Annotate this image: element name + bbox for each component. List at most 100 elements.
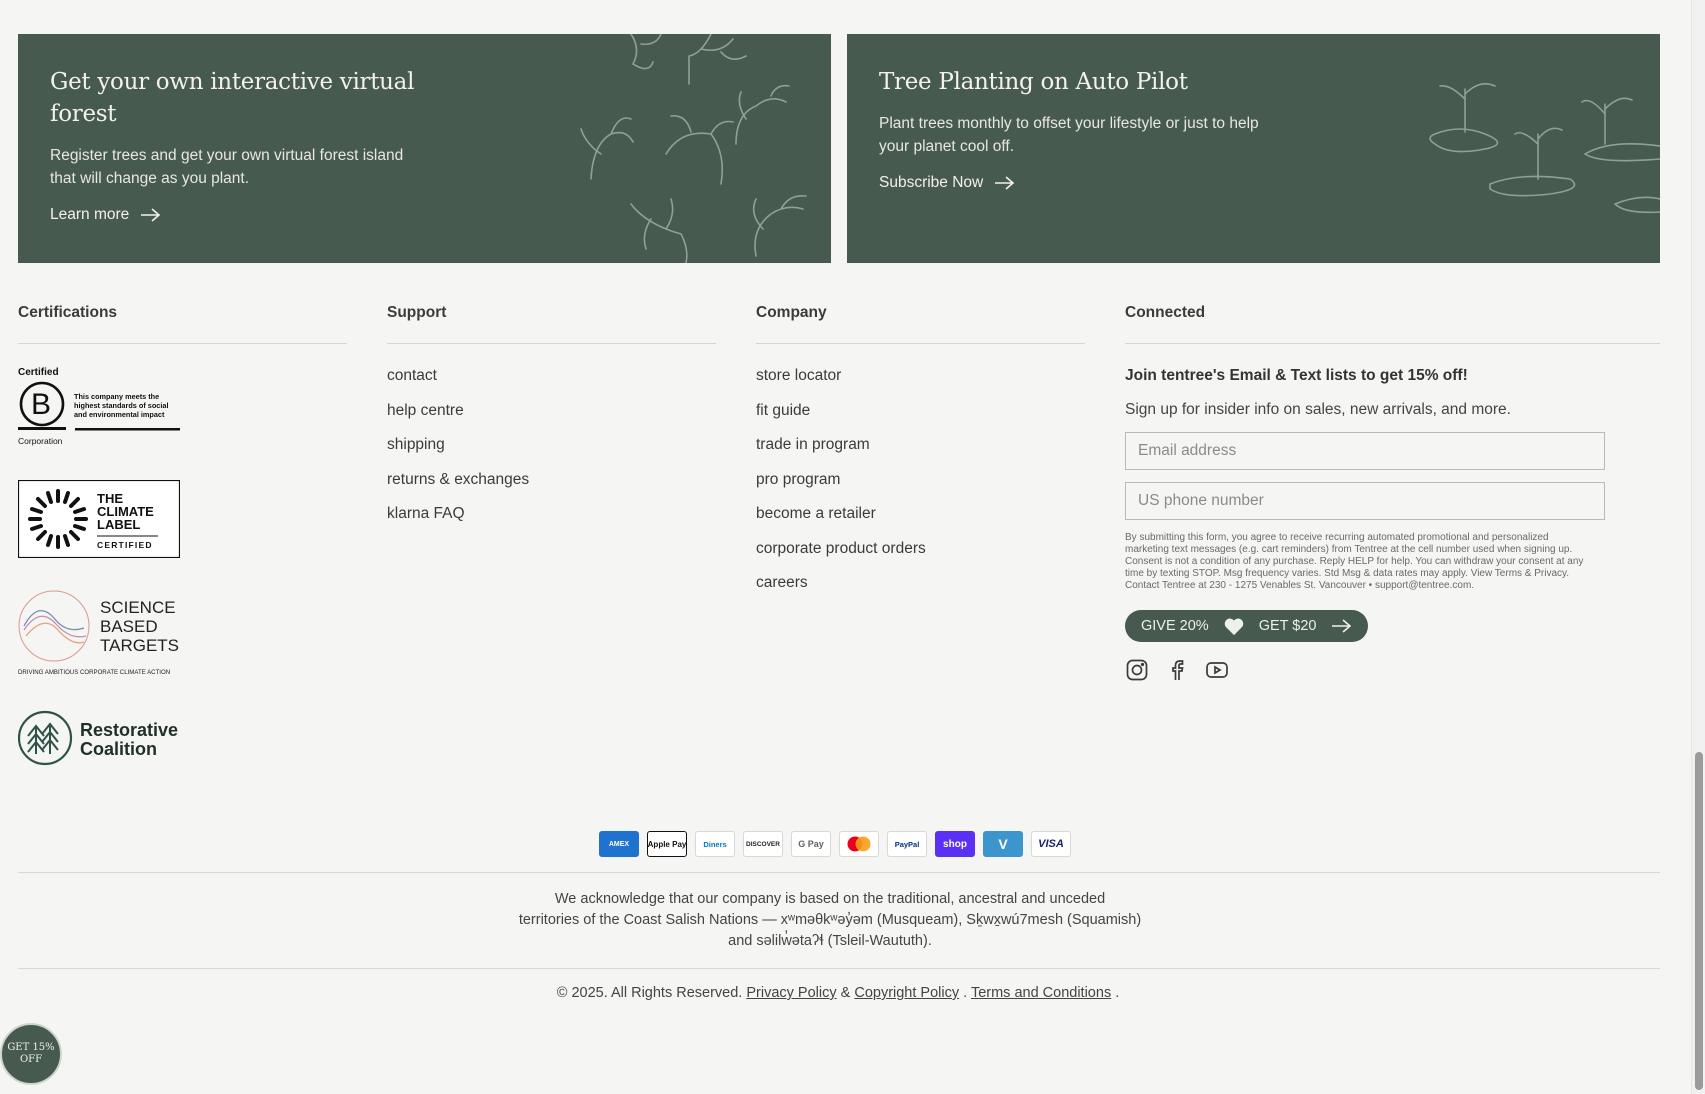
scrollbar-thumb[interactable] bbox=[1695, 752, 1703, 1090]
social-links bbox=[1125, 658, 1660, 682]
get-15-off-badge[interactable]: GET 15% OFF bbox=[0, 1023, 62, 1085]
column-title: Support bbox=[387, 304, 447, 321]
acknowledgement-line: We acknowledge that our company is based… bbox=[554, 891, 1106, 907]
link-shipping[interactable]: shipping bbox=[387, 435, 716, 470]
copyright-policy-link[interactable]: Copyright Policy bbox=[854, 985, 959, 1001]
column-title: Certifications bbox=[18, 304, 118, 321]
discover-icon: DISCOVER bbox=[743, 831, 783, 857]
connected-column: Connected Join tentree's Email & Text li… bbox=[1125, 303, 1660, 682]
svg-text:TARGETS: TARGETS bbox=[100, 636, 179, 655]
svg-text:CERTIFIED: CERTIFIED bbox=[97, 540, 153, 550]
divider bbox=[18, 872, 1660, 873]
email-field[interactable] bbox=[1125, 432, 1605, 470]
visa-icon: VISA bbox=[1031, 831, 1071, 857]
svg-text:Coalition: Coalition bbox=[80, 739, 157, 759]
land-acknowledgement: We acknowledge that our company is based… bbox=[0, 889, 1660, 952]
bcorp-statement: This company meets the highest standards… bbox=[74, 392, 169, 419]
certifications-column: Certifications Certified B Corporation T… bbox=[18, 303, 347, 798]
refer-a-friend-button[interactable]: GIVE 20% GET $20 bbox=[1125, 610, 1369, 642]
bcorp-top-text: Certified bbox=[18, 367, 59, 378]
subscribe-now-link[interactable]: Subscribe Now bbox=[879, 174, 1015, 192]
svg-text:B: B bbox=[31, 388, 51, 421]
arrow-right-icon bbox=[141, 208, 161, 222]
apple-pay-icon: Apple Pay bbox=[647, 831, 687, 857]
divider bbox=[18, 968, 1660, 969]
acknowledgement-line: territories of the Coast Salish Nations … bbox=[518, 912, 1142, 928]
link-pro-program[interactable]: pro program bbox=[756, 470, 1085, 505]
arrow-right-icon bbox=[995, 176, 1015, 190]
virtual-forest-promo: Get your own interactive virtual forest … bbox=[18, 34, 831, 263]
link-contact[interactable]: contact bbox=[387, 366, 716, 401]
signup-sub: Sign up for insider info on sales, new a… bbox=[1125, 401, 1511, 418]
link-returns-exchanges[interactable]: returns & exchanges bbox=[387, 470, 716, 505]
column-title: Company bbox=[756, 304, 827, 321]
terms-and-conditions-link[interactable]: Terms and Conditions bbox=[971, 985, 1111, 1001]
promo-title: Tree Planting on Auto Pilot bbox=[879, 69, 1188, 95]
restorative-coalition-logo: Restorative Coalition bbox=[18, 710, 178, 766]
payment-methods: AMEX Apple Pay Diners DISCOVER G Pay Pay… bbox=[599, 831, 1071, 857]
promo-row: Get your own interactive virtual forest … bbox=[18, 34, 1660, 263]
separator: . bbox=[963, 985, 968, 1001]
promo-body: Register trees and get your own virtual … bbox=[50, 147, 404, 187]
copyright-bar: © 2025. All Rights Reserved. Privacy Pol… bbox=[0, 985, 1676, 1001]
promo-title: Get your own interactive virtual forest bbox=[50, 69, 415, 127]
instagram-icon[interactable] bbox=[1125, 658, 1149, 682]
youtube-icon[interactable] bbox=[1205, 658, 1229, 682]
link-careers[interactable]: careers bbox=[756, 573, 1085, 608]
svg-text:DRIVING AMBITIOUS CORPORATE CL: DRIVING AMBITIOUS CORPORATE CLIMATE ACTI… bbox=[18, 669, 170, 676]
link-corporate-product-orders[interactable]: corporate product orders bbox=[756, 539, 1085, 574]
phone-field[interactable] bbox=[1125, 482, 1605, 520]
diners-club-icon: Diners bbox=[695, 831, 735, 857]
link-help-centre[interactable]: help centre bbox=[387, 401, 716, 436]
mastercard-icon bbox=[839, 831, 879, 857]
link-store-locator[interactable]: store locator bbox=[756, 366, 1085, 401]
paypal-icon: PayPal bbox=[887, 831, 927, 857]
cta-label: Learn more bbox=[50, 206, 130, 223]
link-klarna-faq[interactable]: klarna FAQ bbox=[387, 504, 716, 539]
bcorp-bottom-text: Corporation bbox=[18, 436, 63, 446]
svg-text:LABEL: LABEL bbox=[97, 517, 140, 532]
link-become-a-retailer[interactable]: become a retailer bbox=[756, 504, 1085, 539]
facebook-icon[interactable] bbox=[1165, 658, 1189, 682]
cta-label: Subscribe Now bbox=[879, 174, 984, 191]
sms-consent-text: By submitting this form, you agree to re… bbox=[1125, 532, 1584, 591]
amex-icon: AMEX bbox=[599, 831, 639, 857]
divider bbox=[756, 343, 1085, 344]
svg-text:SCIENCE: SCIENCE bbox=[100, 598, 176, 617]
climate-label-certified-logo: THE CLIMATE LABEL CERTIFIED bbox=[18, 480, 180, 558]
badge-line: GET 15% bbox=[7, 1042, 55, 1053]
privacy-policy-link[interactable]: Privacy Policy bbox=[746, 985, 836, 1001]
promo-body: Plant trees monthly to offset your lifes… bbox=[879, 115, 1259, 155]
separator: & bbox=[840, 985, 851, 1001]
badge-line: OFF bbox=[19, 1054, 43, 1065]
coral-tree-illustration bbox=[580, 34, 807, 263]
company-links: store locator fit guide trade in program… bbox=[756, 366, 1085, 608]
shop-pay-icon: shop bbox=[935, 831, 975, 857]
give-label: GIVE 20% bbox=[1141, 618, 1209, 634]
science-based-targets-logo: SCIENCE BASED TARGETS DRIVING AMBITIOUS … bbox=[18, 590, 179, 676]
support-links: contact help centre shipping returns & e… bbox=[387, 366, 716, 539]
divider bbox=[1125, 343, 1660, 344]
divider bbox=[387, 343, 716, 344]
auto-pilot-promo: Tree Planting on Auto Pilot Plant trees … bbox=[847, 34, 1660, 263]
venmo-icon: V bbox=[983, 831, 1023, 857]
link-trade-in-program[interactable]: trade in program bbox=[756, 435, 1085, 470]
b-corp-certified-logo: Certified B Corporation This company mee… bbox=[18, 367, 180, 446]
signup-lead: Join tentree's Email & Text lists to get… bbox=[1125, 367, 1468, 384]
svg-text:BASED: BASED bbox=[100, 617, 158, 636]
heart-icon bbox=[1224, 618, 1243, 636]
sprouts-illustration bbox=[1429, 83, 1660, 214]
link-fit-guide[interactable]: fit guide bbox=[756, 401, 1085, 436]
get-label: GET $20 bbox=[1258, 618, 1317, 634]
svg-text:Restorative: Restorative bbox=[80, 720, 178, 740]
arrow-right-icon bbox=[1332, 619, 1352, 633]
divider bbox=[18, 343, 347, 344]
separator: . bbox=[1115, 985, 1120, 1001]
page-scrollbar[interactable] bbox=[1691, 0, 1705, 1094]
learn-more-link[interactable]: Learn more bbox=[50, 206, 161, 224]
acknowledgement-line: and səlilw̓ətaʔɬ (Tsleil-Waututh). bbox=[728, 933, 932, 949]
column-title: Connected bbox=[1125, 304, 1206, 321]
company-column: Company store locator fit guide trade in… bbox=[756, 303, 1085, 608]
copyright-text: © 2025. All Rights Reserved. bbox=[556, 985, 743, 1001]
support-column: Support contact help centre shipping ret… bbox=[387, 303, 716, 539]
